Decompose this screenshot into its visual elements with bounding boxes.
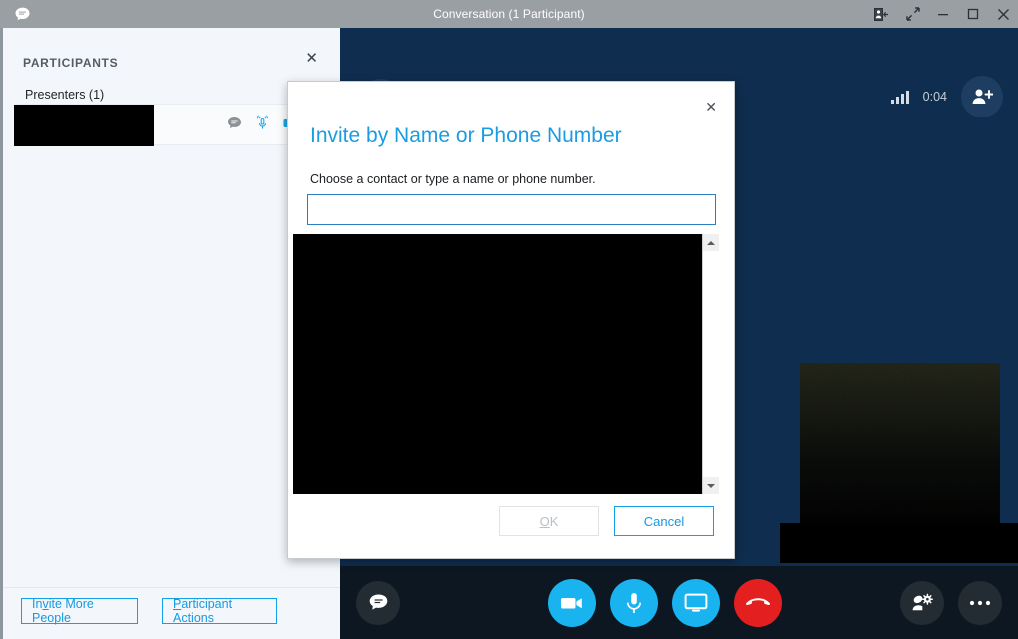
invite-more-people-label: Invite More People — [32, 597, 94, 625]
participant-name-redacted — [14, 105, 154, 146]
microphone-button[interactable] — [610, 578, 658, 627]
app-chat-bubble-icon — [8, 0, 36, 28]
window-controls — [864, 0, 1018, 28]
participants-panel-title: PARTICIPANTS — [23, 56, 119, 70]
add-person-button[interactable] — [961, 76, 1003, 118]
cancel-button[interactable]: Cancel — [614, 506, 714, 536]
chat-bubble-icon[interactable] — [227, 116, 242, 135]
contact-list-scrollbar[interactable] — [702, 234, 719, 494]
participants-panel-close-icon[interactable]: ✕ — [305, 51, 318, 66]
video-area-redacted — [780, 523, 1018, 563]
scroll-down-arrow-icon[interactable] — [703, 477, 719, 494]
conversation-header-actions: 0:04 — [890, 76, 1003, 118]
participant-actions-label: Participant Actions — [173, 597, 233, 625]
dialog-close-icon[interactable]: ✕ — [705, 100, 717, 114]
dialog-button-row: OK Cancel — [499, 506, 714, 536]
toolbar-right-group — [900, 580, 1002, 625]
end-call-button[interactable] — [734, 578, 782, 627]
participant-actions-button[interactable]: Participant Actions — [162, 597, 277, 625]
toolbar-left-group — [356, 580, 400, 625]
call-control-toolbar — [340, 566, 1018, 639]
dock-panel-icon[interactable] — [864, 0, 898, 28]
contact-results-list[interactable] — [293, 234, 719, 494]
skype-for-business-conversation-window: Conversation (1 Participant) PARTICIPANT… — [0, 0, 1018, 639]
participants-panel-header: PARTICIPANTS ✕ — [3, 50, 340, 76]
video-noise-texture — [800, 363, 1000, 523]
maximize-icon[interactable] — [958, 0, 988, 28]
ok-button-label: OK — [539, 513, 559, 529]
chat-button[interactable] — [356, 580, 400, 625]
call-timer: 0:04 — [922, 90, 947, 104]
popout-arrows-icon[interactable] — [898, 0, 928, 28]
presenters-group-label: Presenters (1) — [25, 88, 105, 102]
participants-panel-footer: Invite More People Participant Actions — [3, 587, 340, 639]
close-icon[interactable] — [988, 0, 1018, 28]
scroll-up-arrow-icon[interactable] — [703, 234, 719, 251]
cancel-button-label: Cancel — [643, 513, 685, 529]
invite-more-people-button[interactable]: Invite More People — [21, 597, 138, 625]
window-titlebar: Conversation (1 Participant) — [0, 0, 1018, 28]
scrollbar-track[interactable] — [703, 251, 719, 477]
dialog-instruction: Choose a contact or type a name or phone… — [310, 172, 596, 186]
signal-bars-icon — [890, 90, 909, 104]
minimize-icon[interactable] — [928, 0, 958, 28]
video-button[interactable] — [548, 578, 596, 627]
self-video-preview[interactable] — [800, 363, 1000, 523]
share-screen-button[interactable] — [672, 578, 720, 627]
manage-participants-button[interactable] — [900, 580, 944, 625]
toolbar-center-group — [548, 578, 782, 627]
dialog-title: Invite by Name or Phone Number — [310, 124, 622, 147]
invite-by-name-or-phone-dialog: ✕ Invite by Name or Phone Number Choose … — [287, 81, 735, 559]
ok-button[interactable]: OK — [499, 506, 599, 536]
microphone-active-icon[interactable] — [254, 114, 271, 136]
more-options-button[interactable] — [958, 580, 1002, 625]
contact-search-input[interactable] — [307, 194, 716, 225]
